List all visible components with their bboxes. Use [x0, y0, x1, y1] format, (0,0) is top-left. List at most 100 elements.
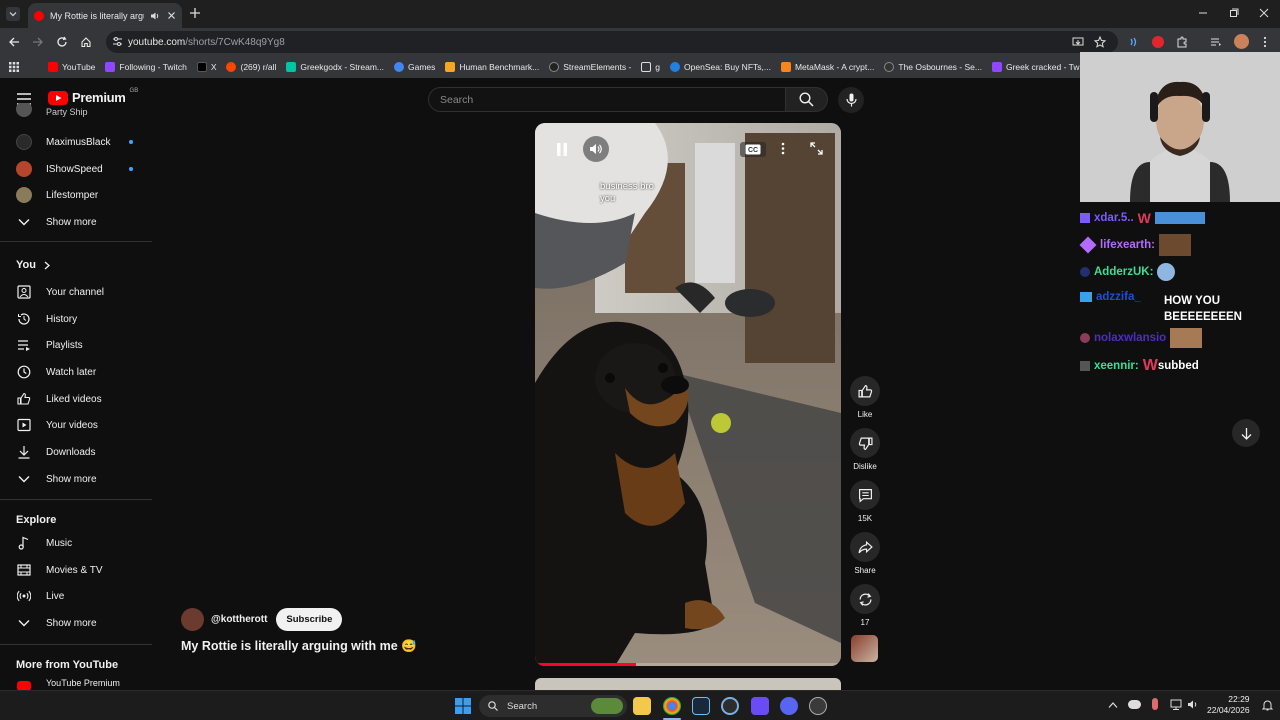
stream-chat: xdar.5.. W lifexearth: AdderzUK: adzzifa…: [1079, 202, 1280, 690]
apps-grid-icon[interactable]: [9, 62, 19, 72]
channel-handle[interactable]: @kottherott: [211, 614, 267, 625]
comments-button[interactable]: 15K: [849, 480, 881, 523]
film-icon: [17, 564, 31, 576]
sidebar-show-more-explore[interactable]: Show more: [0, 610, 152, 636]
sidebar-item-liked-videos[interactable]: Liked videos: [0, 386, 152, 412]
bookmark-human-benchmark[interactable]: Human Benchmark...: [445, 62, 539, 72]
dislike-button[interactable]: Dislike: [849, 428, 881, 471]
minimize-button[interactable]: [1198, 8, 1208, 18]
bookmark-games[interactable]: Games: [394, 62, 435, 72]
chrome-icon[interactable]: [663, 697, 681, 715]
volume-tray-icon[interactable]: [1187, 699, 1199, 710]
voice-search-button[interactable]: [838, 87, 864, 113]
bookmark-streamelements[interactable]: StreamElements -: [549, 62, 631, 72]
pause-button[interactable]: [547, 136, 577, 162]
search-input[interactable]: Search: [428, 87, 786, 112]
bookmark-folder-g[interactable]: g: [641, 62, 660, 72]
search-icon: [799, 92, 814, 107]
sidebar-you-heading[interactable]: You: [16, 259, 50, 271]
bookmark-star-icon[interactable]: [1094, 36, 1106, 48]
close-window-button[interactable]: [1259, 8, 1269, 18]
sidebar-show-more-you[interactable]: Show more: [0, 466, 152, 492]
extensions-button[interactable]: [1176, 36, 1188, 48]
like-button[interactable]: Like: [849, 376, 881, 419]
app-grid-icon[interactable]: [751, 697, 769, 715]
install-app-icon[interactable]: [1072, 36, 1084, 48]
sidebar-item-history[interactable]: History: [0, 306, 152, 332]
next-short-preview[interactable]: [535, 678, 841, 690]
sidebar-item-watch-later[interactable]: Watch later: [0, 359, 152, 385]
extension-1[interactable]: [1128, 36, 1140, 48]
close-tab-icon[interactable]: [167, 11, 176, 20]
sidebar-item-movies-tv[interactable]: Movies & TV: [0, 557, 152, 583]
sidebar-item-downloads[interactable]: Downloads: [0, 439, 152, 465]
sidebar-item-youtube-premium[interactable]: YouTube Premium: [0, 678, 152, 690]
address-bar[interactable]: youtube.com/shorts/7CwK48q9Yg8: [106, 31, 1118, 53]
bookmark-metamask[interactable]: MetaMask - A crypt...: [780, 62, 874, 72]
clock-icon: [17, 365, 31, 379]
sidebar-item-music[interactable]: Music: [0, 530, 152, 556]
home-button[interactable]: [80, 36, 92, 48]
sidebar-item-lifestomper[interactable]: Lifestomper: [0, 182, 152, 208]
progress-bar[interactable]: [535, 663, 841, 666]
sidebar-show-more-subscriptions[interactable]: Show more: [0, 209, 152, 235]
steam-icon[interactable]: [692, 697, 710, 715]
network-icon[interactable]: [1170, 699, 1182, 710]
taskbar-search[interactable]: Search: [479, 695, 627, 717]
bookmark-twitch-following[interactable]: Following - Twitch: [105, 62, 187, 72]
forward-button[interactable]: [32, 36, 44, 48]
notifications-button[interactable]: [1262, 699, 1273, 711]
sidebar-item-live[interactable]: Live: [0, 583, 152, 609]
start-button[interactable]: [455, 698, 471, 714]
sidebar-item-playlists[interactable]: Playlists: [0, 332, 152, 358]
share-button[interactable]: Share: [849, 532, 881, 575]
extension-red-icon[interactable]: [1152, 36, 1164, 48]
new-tab-button[interactable]: [189, 7, 201, 19]
sound-thumbnail[interactable]: [851, 635, 878, 662]
bookmark-opensea[interactable]: OpenSea: Buy NFTs,...: [670, 62, 771, 72]
short-video-player[interactable]: CC: [535, 123, 841, 666]
obs-icon[interactable]: [809, 697, 827, 715]
site-info-icon[interactable]: [112, 36, 123, 47]
sidebar-item-partial[interactable]: Party Ship: [0, 103, 152, 117]
bookmark-greekgodx[interactable]: Greekgodx - Stream...: [286, 62, 384, 72]
sidebar-item-your-videos[interactable]: Your videos: [0, 412, 152, 438]
reload-button[interactable]: [56, 36, 68, 48]
guide-sidebar: Party Ship MaximusBlack IShowSpeed Lifes…: [0, 78, 152, 690]
subscribe-button[interactable]: Subscribe: [276, 608, 343, 631]
clock[interactable]: 22:29 22/04/2026: [1207, 694, 1250, 716]
back-button[interactable]: [8, 36, 20, 48]
volume-button[interactable]: [583, 136, 609, 162]
short-title[interactable]: My Rottie is literally arguing with me 😅: [181, 639, 417, 654]
discord-icon[interactable]: [780, 697, 798, 715]
microphone-icon[interactable]: [1152, 698, 1158, 710]
chat-message: lifexearth:: [1079, 234, 1280, 256]
channel-avatar[interactable]: [181, 608, 204, 631]
progress-fill: [535, 663, 636, 666]
captions-button[interactable]: CC: [740, 142, 766, 157]
bookmark-greek-cracked[interactable]: Greek cracked - Twi...: [991, 62, 1088, 72]
app-c-icon[interactable]: [721, 697, 739, 715]
remix-button[interactable]: 17: [849, 584, 881, 627]
onedrive-cloud-icon[interactable]: [1128, 700, 1141, 709]
browser-menu-button[interactable]: [1262, 36, 1268, 48]
search-button[interactable]: [786, 87, 828, 112]
more-options-button[interactable]: [781, 142, 785, 155]
fullscreen-button[interactable]: [810, 142, 823, 155]
scroll-to-bottom-button[interactable]: [1232, 419, 1260, 447]
reddit-icon: [226, 62, 237, 72]
bookmark-reddit[interactable]: (269) r/all: [226, 62, 276, 72]
tab-search-button[interactable]: [6, 7, 20, 21]
media-control-button[interactable]: [1210, 36, 1222, 48]
active-tab[interactable]: My Rottie is literally arguing with me: [28, 3, 182, 28]
profile-avatar[interactable]: [1234, 34, 1249, 49]
restore-button[interactable]: [1229, 8, 1239, 18]
bookmark-osbournes[interactable]: The Osbournes - Se...: [884, 62, 982, 72]
sidebar-more-heading: More from YouTube: [16, 659, 119, 671]
show-hidden-icons-button[interactable]: [1108, 701, 1118, 709]
audio-playing-icon[interactable]: [150, 11, 161, 21]
sidebar-item-your-channel[interactable]: Your channel: [0, 279, 152, 305]
file-explorer-icon[interactable]: [633, 697, 651, 715]
bookmark-youtube[interactable]: YouTube: [48, 62, 95, 72]
bookmark-x[interactable]: X: [196, 62, 216, 72]
